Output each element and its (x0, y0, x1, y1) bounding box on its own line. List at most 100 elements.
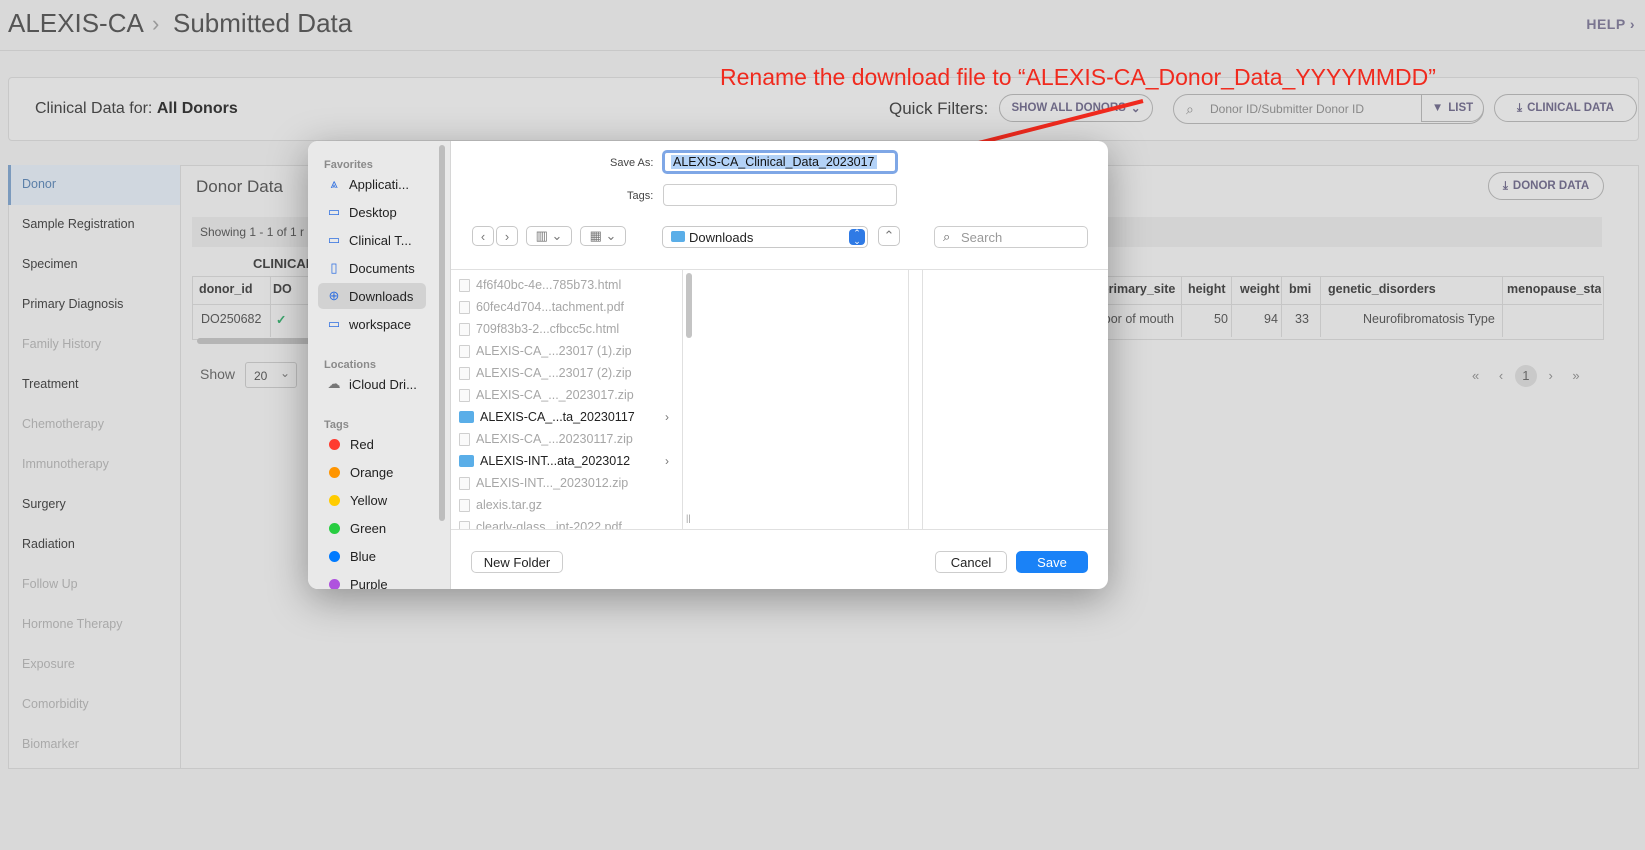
file-row[interactable]: ALEXIS-CA_...23017 (1).zip (459, 340, 669, 362)
next-page-button[interactable]: › (1548, 368, 1552, 383)
save-as-field[interactable]: ALEXIS-CA_Clinical_Data_2023017 (662, 150, 898, 174)
sidebar-item-specimen[interactable]: Specimen (22, 257, 78, 271)
column-resize-handle[interactable]: || (686, 513, 691, 523)
column-header-primary-site[interactable]: primary_site (1101, 282, 1175, 296)
dialog-sidebar: Favorites ⩓ Applicati... ▭ Desktop ▭ Clinic… (308, 141, 451, 589)
column-divider (922, 270, 923, 529)
sidebar-item-family-history[interactable]: Family History (22, 337, 101, 351)
file-name: ALEXIS-CA_...ta_20230117 (480, 410, 635, 424)
sidebar-tag-blue[interactable]: Blue (318, 543, 426, 569)
list-button[interactable]: ▼ LIST (1421, 94, 1484, 122)
cell-weight: 94 (1264, 312, 1278, 326)
sidebar-item-icloud[interactable]: ☁ iCloud Dri... (318, 371, 426, 397)
file-row[interactable]: ALEXIS-CA_..._2023017.zip (459, 384, 669, 406)
column-header-weight[interactable]: weight (1240, 282, 1280, 296)
sidebar-item-biomarker[interactable]: Biomarker (22, 737, 79, 751)
tags-field[interactable] (663, 184, 897, 206)
page-title: Submitted Data (173, 8, 353, 38)
sidebar-item-exposure[interactable]: Exposure (22, 657, 75, 671)
column-header-bmi[interactable]: bmi (1289, 282, 1311, 296)
sidebar-item-radiation[interactable]: Radiation (22, 537, 75, 551)
sidebar-item-label: Yellow (350, 492, 388, 508)
filter-icon: ▼ (1431, 102, 1444, 114)
purple-tag-icon (329, 578, 340, 589)
sidebar-tag-red[interactable]: Red (318, 431, 426, 457)
file-row[interactable]: alexis.tar.gz (459, 494, 669, 516)
last-page-button[interactable]: » (1572, 368, 1579, 383)
column-header-genetic-disorders[interactable]: genetic_disorders (1328, 282, 1436, 296)
clinical-data-download-button[interactable]: ⤓ CLINICAL DATA (1494, 94, 1637, 122)
file-row[interactable]: ALEXIS-CA_...23017 (2).zip (459, 362, 669, 384)
file-row[interactable]: ALEXIS-CA_...20230117.zip (459, 428, 669, 450)
sidebar-item-workspace[interactable]: ▭ workspace (318, 311, 426, 337)
column-divider (682, 270, 683, 529)
sidebar-item-label: Purple (350, 576, 388, 590)
sidebar-item-primary-diagnosis[interactable]: Primary Diagnosis (22, 297, 123, 311)
column-header-menopause-stat[interactable]: menopause_stat (1507, 282, 1601, 296)
download-icon: ⤓ (1517, 101, 1523, 114)
sidebar-item-treatment[interactable]: Treatment (22, 377, 79, 391)
sidebar-tag-purple[interactable]: Purple (318, 571, 426, 589)
sidebar-item-hormone-therapy[interactable]: Hormone Therapy (22, 617, 123, 631)
table-horizontal-scrollbar[interactable] (197, 338, 317, 344)
columns-view-icon: ▥ ⌄ (535, 228, 563, 243)
tags-section-title: Tags (324, 419, 349, 431)
search-placeholder: Search (961, 230, 1003, 245)
folder-row[interactable]: ALEXIS-CA_...ta_20230117 › (459, 406, 669, 428)
location-label: Downloads (689, 230, 754, 245)
green-tag-icon (329, 522, 340, 534)
sidebar-item-applications[interactable]: ⩓ Applicati... (318, 171, 426, 197)
save-button[interactable]: Save (1016, 551, 1088, 573)
group-button[interactable]: ▦ ⌄ (580, 226, 626, 246)
column-header-do[interactable]: DO (273, 282, 292, 296)
sidebar-item-donor[interactable]: Donor (22, 177, 56, 191)
current-page-button[interactable]: 1 (1514, 365, 1537, 387)
first-page-button[interactable]: « (1472, 368, 1479, 383)
sidebar-item-downloads[interactable]: ⊕ Downloads (318, 283, 426, 309)
sidebar-item-immunotherapy[interactable]: Immunotherapy (22, 457, 109, 471)
sidebar-item-comorbidity[interactable]: Comorbidity (22, 697, 89, 711)
file-row[interactable]: ALEXIS-INT..._2023012.zip (459, 472, 669, 494)
sidebar-item-clinical[interactable]: ▭ Clinical T... (318, 227, 426, 253)
sidebar-tag-orange[interactable]: Orange (318, 459, 426, 485)
sidebar-item-sample-registration[interactable]: Sample Registration (22, 217, 135, 231)
column-header-donor-id[interactable]: donor_id (199, 282, 252, 296)
file-row[interactable]: 709f83b3-2...cfbcc5c.html (459, 318, 669, 340)
page-size-select[interactable]: 20 ⌄ (245, 362, 297, 388)
sidebar-tag-green[interactable]: Green (318, 515, 426, 541)
sidebar-item-documents[interactable]: ▯ Documents (318, 255, 426, 281)
sidebar-item-desktop[interactable]: ▭ Desktop (318, 199, 426, 225)
sidebar-item-label: Orange (350, 464, 394, 480)
folder-icon (459, 411, 474, 423)
breadcrumb-project[interactable]: ALEXIS-CA (8, 8, 144, 39)
sidebar-item-surgery[interactable]: Surgery (22, 497, 66, 511)
forward-button[interactable]: › (496, 226, 518, 246)
sidebar-scrollbar[interactable] (439, 145, 445, 521)
annotation-instruction: Rename the download file to “ALEXIS-CA_D… (720, 64, 1436, 90)
column-header-height[interactable]: height (1188, 282, 1226, 296)
folder-row[interactable]: ALEXIS-INT...ata_2023012 › (459, 450, 669, 472)
new-folder-button[interactable]: New Folder (471, 551, 563, 573)
location-popup[interactable]: Downloads ⌃ ⌄ (662, 226, 868, 248)
collapse-button[interactable]: ⌃ (878, 226, 900, 246)
file-search-input[interactable]: ⌕ Search (934, 226, 1088, 248)
back-button[interactable]: ‹ (472, 226, 494, 246)
help-link[interactable]: HELP › (1586, 16, 1635, 32)
file-row[interactable]: clearly-glass...int-2022.pdf (459, 516, 669, 529)
donor-data-download-button[interactable]: ⤓ DONOR DATA (1488, 172, 1604, 200)
sidebar-item-chemotherapy[interactable]: Chemotherapy (22, 417, 104, 431)
file-row[interactable]: 60fec4d704...tachment.pdf (459, 296, 669, 318)
file-column-scrollbar[interactable] (686, 273, 692, 338)
donor-data-title: Donor Data (196, 177, 283, 196)
folder-icon: ▭ (327, 316, 341, 331)
prev-page-button[interactable]: ‹ (1499, 368, 1503, 383)
save-as-value: ALEXIS-CA_Clinical_Data_2023017 (671, 155, 877, 169)
file-row[interactable]: 4f6f40bc-4e...785b73.html (459, 274, 669, 296)
sidebar-item-follow-up[interactable]: Follow Up (22, 577, 78, 591)
sidebar-item-label: Downloads (349, 288, 414, 304)
cancel-button[interactable]: Cancel (935, 551, 1007, 573)
view-mode-button[interactable]: ▥ ⌄ (526, 226, 572, 246)
cell-genetic-disorders: Neurofibromatosis Type (1363, 312, 1495, 326)
sidebar-tag-yellow[interactable]: Yellow (318, 487, 426, 513)
file-icon (459, 366, 470, 380)
